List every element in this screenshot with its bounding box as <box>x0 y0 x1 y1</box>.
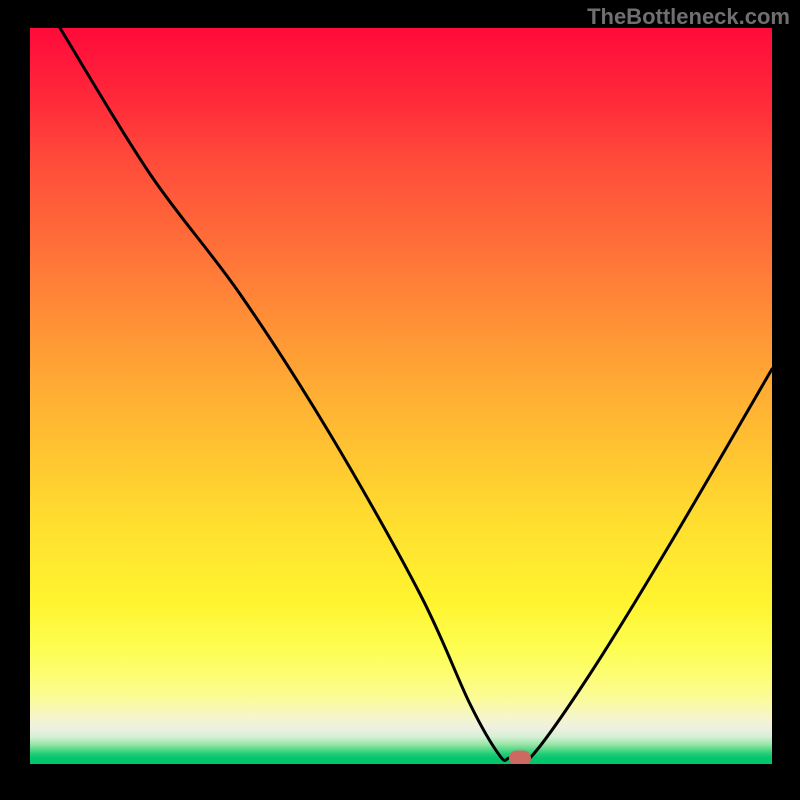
watermark-text: TheBottleneck.com <box>587 4 790 30</box>
plot-area <box>30 28 772 764</box>
chart-frame: TheBottleneck.com <box>0 0 800 800</box>
optimum-marker <box>509 751 531 765</box>
bottleneck-curve <box>30 28 772 764</box>
